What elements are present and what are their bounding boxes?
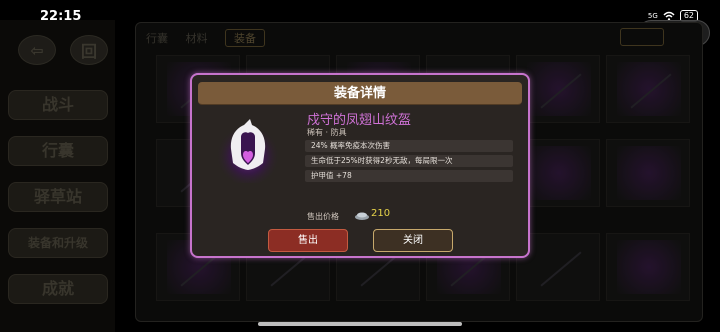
sell-price-value: 210 — [371, 208, 391, 219]
menu-equipment-upgrade[interactable]: 装备和升级 — [8, 228, 108, 258]
menu-station[interactable]: 驿草站 — [8, 182, 108, 212]
item-icon-frame — [214, 115, 282, 185]
equipment-detail-dialog: 装备详情 戍守的凤翅山纹盔 稀有 · 防具 24% 概率免疫本次伤害 生命低于2… — [190, 73, 530, 258]
dialog-title: 装备详情 — [198, 82, 522, 105]
back-icon[interactable]: ⇦ — [18, 35, 56, 65]
side-top-icons: ⇦ 回 — [18, 35, 108, 65]
close-button[interactable]: 关闭 — [373, 229, 453, 252]
item-attribute: 护甲值 +78 — [305, 170, 513, 182]
item-attribute: 生命低于25%时获得2秒无敌，每局限一次 — [305, 155, 513, 167]
sell-price-label: 售出价格 — [307, 212, 339, 221]
item-name: 戍守的凤翅山纹盔 — [307, 113, 412, 128]
menu-achievements[interactable]: 成就 — [8, 274, 108, 304]
item-attribute: 24% 概率免疫本次伤害 — [305, 140, 513, 152]
item-rarity-type: 稀有 · 防具 — [307, 128, 347, 137]
side-menu: ⇦ 回 战斗 行囊 驿草站 装备和升级 成就 — [0, 20, 115, 332]
network-indicator: 5G — [647, 11, 658, 20]
silver-icon — [355, 212, 369, 220]
menu-bag[interactable]: 行囊 — [8, 136, 108, 166]
home-indicator[interactable] — [258, 322, 462, 326]
helmet-icon — [216, 119, 280, 185]
calendar-icon[interactable]: 回 — [70, 35, 108, 65]
sell-button[interactable]: 售出 — [268, 229, 348, 252]
menu-battle[interactable]: 战斗 — [8, 90, 108, 120]
